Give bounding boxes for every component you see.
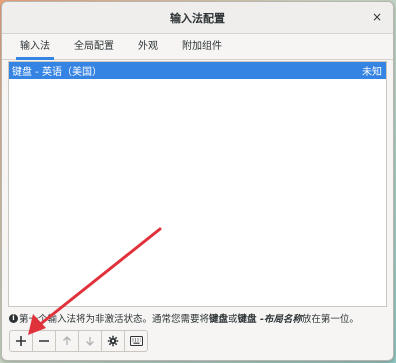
input-method-name: 键盘 - 英语（美国） xyxy=(12,67,102,78)
note-bold-keyboard-layout: 键盘 - xyxy=(237,314,264,325)
note-prefix: 第一个输入法将为非激活状态。通常您需要将 xyxy=(19,314,210,325)
input-method-list[interactable]: 键盘 - 英语（美国） 未知 xyxy=(8,61,387,307)
input-method-config-window: 输入法配置 × 输入法 全局配置 外观 附加组件 键盘 - 英语（美国） 未知 … xyxy=(1,1,394,361)
close-button[interactable]: × xyxy=(370,10,384,24)
tab-input-method[interactable]: 输入法 xyxy=(8,34,62,60)
remove-input-method-button[interactable] xyxy=(32,330,56,352)
tab-global-config[interactable]: 全局配置 xyxy=(62,34,126,59)
info-note: i 第一个输入法将为非激活状态。通常您需要将 键盘 或 键盘 - 布局名称 放在… xyxy=(9,311,393,325)
input-method-status: 未知 xyxy=(362,67,382,78)
info-icon: i xyxy=(9,313,18,323)
minus-icon xyxy=(39,340,49,342)
tab-appearance[interactable]: 外观 xyxy=(126,34,170,59)
tab-bar: 输入法 全局配置 外观 附加组件 xyxy=(2,34,393,60)
keyboard-layout-button[interactable] xyxy=(124,330,148,352)
note-suffix: 放在第一位。 xyxy=(301,314,359,325)
configure-input-method-button[interactable] xyxy=(101,330,125,352)
move-down-button[interactable] xyxy=(78,330,102,352)
add-input-method-button[interactable] xyxy=(9,330,33,352)
note-italic-layout-name: 布局名称 xyxy=(263,314,302,325)
list-item[interactable]: 键盘 - 英语（美国） 未知 xyxy=(9,62,386,79)
toolbar xyxy=(9,330,148,352)
note-or: 或 xyxy=(228,314,238,325)
note-bold-keyboard: 键盘 xyxy=(209,314,229,325)
arrow-down-icon xyxy=(86,337,94,346)
window-title: 输入法配置 xyxy=(170,11,225,25)
tab-addons[interactable]: 附加组件 xyxy=(170,34,234,59)
plus-icon xyxy=(16,336,26,346)
move-up-button[interactable] xyxy=(55,330,79,352)
gear-icon xyxy=(107,335,119,347)
keyboard-icon xyxy=(129,336,143,346)
titlebar: 输入法配置 × xyxy=(2,2,393,34)
arrow-up-icon xyxy=(63,336,71,345)
